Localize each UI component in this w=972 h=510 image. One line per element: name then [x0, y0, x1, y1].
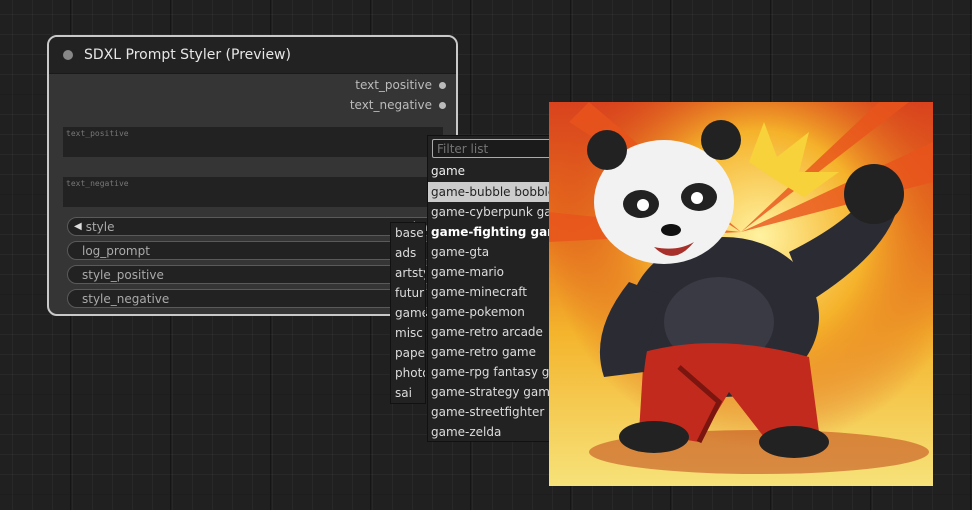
category-item[interactable]: futuris: [391, 283, 425, 303]
output-text-negative[interactable]: text_negative: [350, 98, 446, 112]
style-combo-widget[interactable]: ◀ style bas: [67, 217, 437, 236]
output-text-positive[interactable]: text_positive: [355, 78, 446, 92]
widget-label: style_negative: [82, 291, 170, 306]
category-item[interactable]: photo: [391, 363, 425, 383]
left-arrow-icon[interactable]: ◀: [74, 221, 82, 232]
output-port-icon[interactable]: [439, 101, 446, 109]
output-label: text_negative: [349, 98, 432, 112]
widget-label: log_prompt: [82, 243, 150, 258]
text-negative-textarea[interactable]: text_negative: [63, 177, 443, 207]
category-item[interactable]: misc: [391, 323, 425, 343]
node-title-bar[interactable]: SDXL Prompt Styler (Preview): [49, 37, 456, 74]
category-item[interactable]: paperc: [391, 343, 425, 363]
widget-label: style: [85, 219, 115, 234]
style-negative-widget[interactable]: style_negative: [67, 289, 437, 308]
style-positive-widget[interactable]: style_positive: [67, 265, 437, 284]
output-label: text_positive: [355, 78, 432, 92]
submenu-header: game: [431, 164, 466, 178]
category-item[interactable]: ads: [391, 243, 425, 263]
category-menu[interactable]: base ads artstyl futuris game misc paper…: [390, 222, 426, 404]
text-positive-textarea[interactable]: text_positive: [63, 127, 443, 157]
output-port-icon[interactable]: [439, 81, 446, 89]
category-item[interactable]: base: [391, 223, 425, 243]
node-title: SDXL Prompt Styler (Preview): [84, 47, 291, 63]
style-preview-image: [549, 102, 933, 486]
category-item[interactable]: artstyl: [391, 263, 425, 283]
category-item[interactable]: game: [391, 303, 425, 323]
widget-label: style_positive: [82, 267, 164, 282]
category-item[interactable]: sai: [391, 383, 425, 403]
kung-fu-panda-preview-icon: [549, 102, 933, 486]
log-prompt-widget[interactable]: log_prompt: [67, 241, 437, 260]
collapse-dot-icon[interactable]: [63, 50, 73, 60]
